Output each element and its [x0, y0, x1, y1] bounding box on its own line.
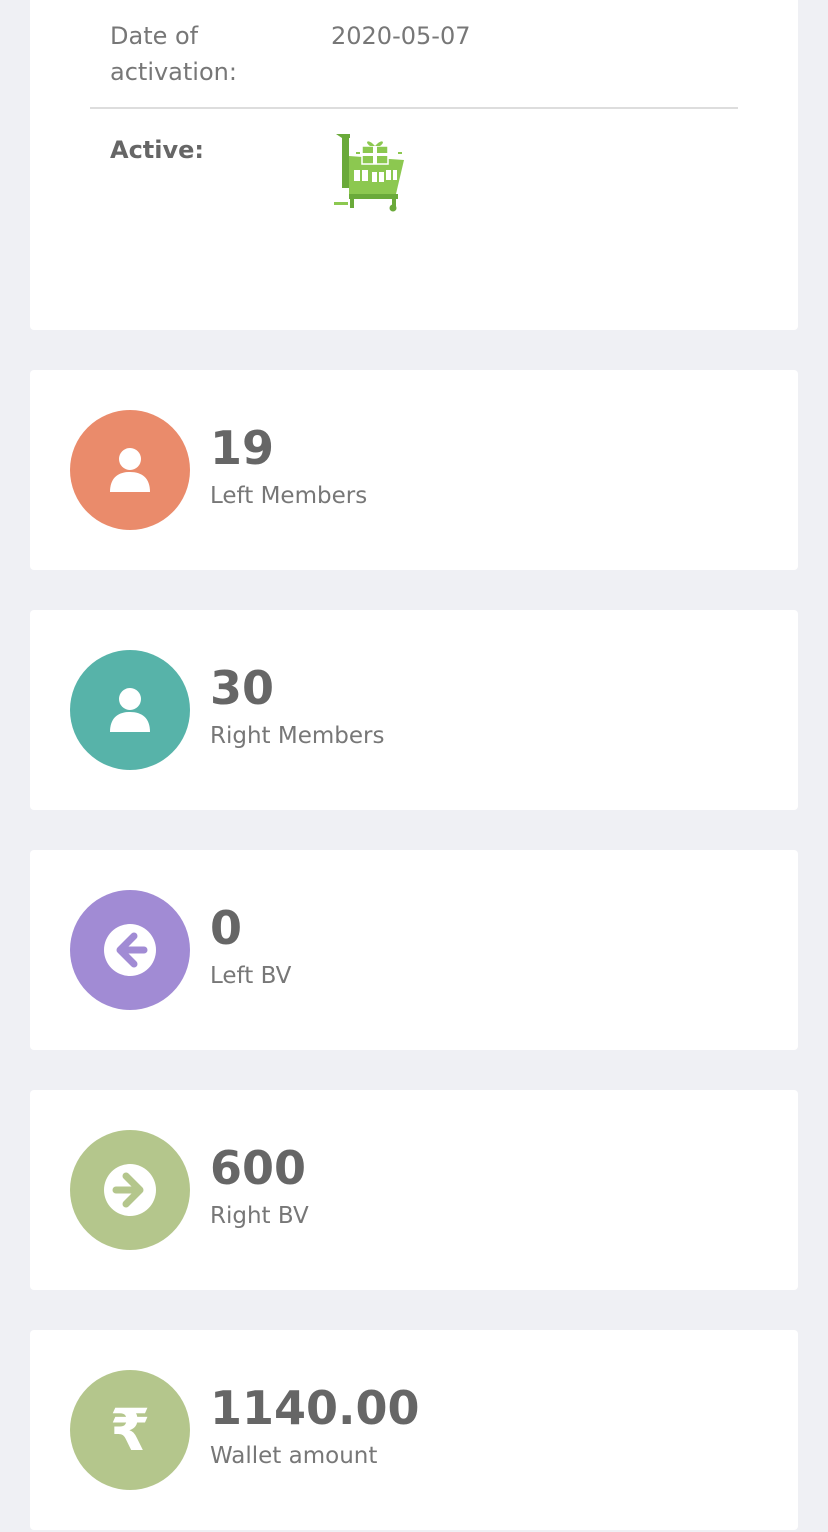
left-bv-card[interactable]: 0 Left BV [30, 850, 798, 1050]
right-bv-card[interactable]: 600 Right BV [30, 1090, 798, 1290]
left-bv-label: Left BV [210, 963, 292, 989]
active-label: Active: [110, 136, 205, 164]
left-bv-value: 0 [210, 901, 243, 955]
activation-info-card: Date of activation: 2020-05-07 Active: [30, 0, 798, 330]
right-members-label: Right Members [210, 723, 385, 749]
right-bv-label: Right BV [210, 1203, 309, 1229]
user-icon [70, 410, 190, 530]
divider [90, 107, 738, 109]
wallet-amount-label: Wallet amount [210, 1443, 378, 1469]
right-bv-value: 600 [210, 1141, 307, 1195]
user-icon [70, 650, 190, 770]
right-members-count: 30 [210, 661, 275, 715]
wallet-amount-card[interactable]: ₹ 1140.00 Wallet amount [30, 1330, 798, 1530]
arrow-left-circle-icon [70, 890, 190, 1010]
date-of-activation-label: Date of activation: [110, 22, 237, 86]
rupee-icon: ₹ [70, 1370, 190, 1490]
wallet-amount-value: 1140.00 [210, 1381, 420, 1435]
left-members-count: 19 [210, 421, 275, 475]
arrow-right-circle-icon [70, 1130, 190, 1250]
shopping-cart-gift-icon [332, 132, 408, 212]
date-of-activation-value: 2020-05-07 [331, 22, 471, 50]
right-members-card[interactable]: 30 Right Members [30, 610, 798, 810]
rupee-symbol: ₹ [109, 1396, 151, 1464]
left-members-label: Left Members [210, 483, 368, 509]
left-members-card[interactable]: 19 Left Members [30, 370, 798, 570]
